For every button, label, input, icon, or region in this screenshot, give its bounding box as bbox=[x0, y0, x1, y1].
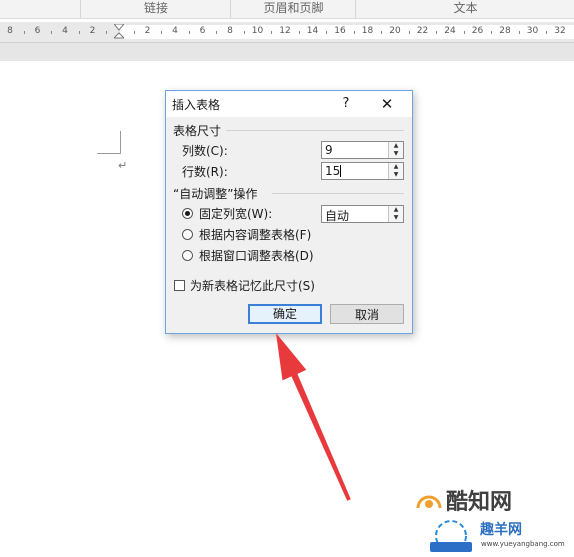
watermark-logo-icon bbox=[416, 495, 442, 509]
watermark-brand-icon bbox=[430, 520, 472, 552]
watermark-url: www.yueyangbang.com bbox=[481, 540, 565, 548]
watermark-brand-text: 趣羊网 bbox=[480, 522, 522, 538]
annotation-arrow-icon bbox=[276, 333, 351, 501]
watermark-logo-text: 酷知网 bbox=[446, 490, 513, 515]
